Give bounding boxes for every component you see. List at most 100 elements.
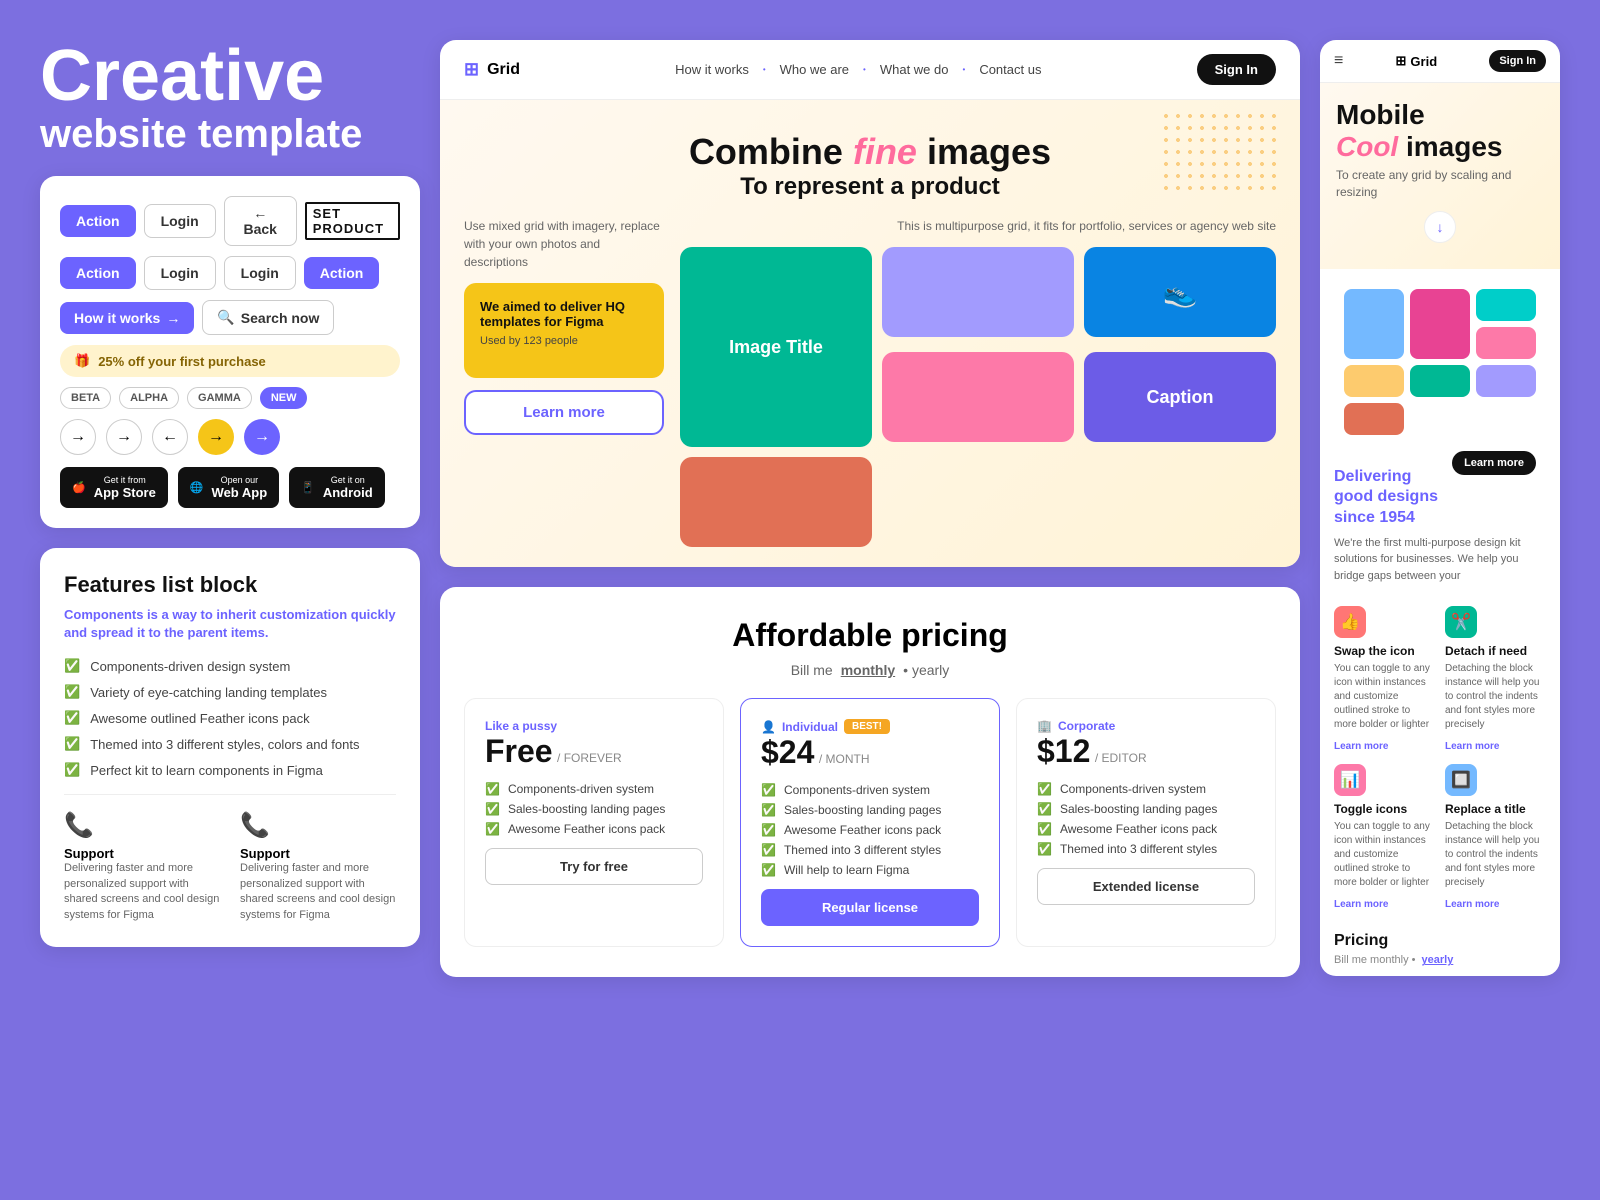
appstore-btn[interactable]: 🍎 Get it from App Store (60, 467, 168, 508)
feature-link-1[interactable]: Learn more (1334, 741, 1388, 752)
corporate-icon: 🏢 (1037, 719, 1052, 733)
support-row: 📞 Support Delivering faster and more per… (64, 794, 396, 923)
price-feature-item: ✅Awesome Feather icons pack (485, 822, 703, 836)
mobile-signin-btn[interactable]: Sign In (1489, 50, 1546, 72)
learn-more-btn[interactable]: Learn more (464, 390, 664, 435)
hero-right: This is multipurpose grid, it fits for p… (680, 217, 1276, 547)
action-btn-1[interactable]: Action (60, 205, 136, 237)
webapp-btn[interactable]: 🌐 Open our Web App (178, 467, 279, 508)
btn-row-1: Action Login ← Back SET PRODUCT (60, 196, 400, 246)
action-btn-2[interactable]: Action (60, 257, 136, 289)
pricing-section: Affordable pricing Bill me monthly • yea… (440, 587, 1300, 977)
ui-demo-card: Action Login ← Back SET PRODUCT Action L… (40, 176, 420, 528)
toggle-icon: 📊 (1334, 764, 1366, 796)
store-row: 🍎 Get it from App Store 🌐 Open our Web A… (60, 467, 400, 508)
mobile-logo: ⊞ Grid (1396, 53, 1438, 69)
arrow-btn-purple[interactable]: → (244, 419, 280, 455)
hero-right-text: This is multipurpose grid, it fits for p… (680, 217, 1276, 235)
best-badge: BEST! (844, 719, 890, 734)
support-item-1: 📞 Support Delivering faster and more per… (64, 811, 220, 923)
pricing-yearly-link[interactable]: yearly (1422, 954, 1454, 966)
mobile-hero-subtitle: Cool images (1336, 131, 1544, 163)
check-icon-5: ✅ (64, 762, 80, 778)
pricing-title: Affordable pricing (464, 617, 1276, 654)
login-btn-1[interactable]: Login (144, 204, 216, 238)
price-cta-free[interactable]: Try for free (485, 848, 703, 885)
features-title: Features list block (64, 572, 396, 598)
pricing-toggle-mini: Bill me monthly • yearly (1334, 954, 1546, 966)
hero-subheadline: To represent a product (464, 173, 1276, 201)
hero-line1: Creative (40, 40, 420, 112)
arrow-right-icon: → (166, 310, 180, 326)
price-card-free: Like a pussy Free / FOREVER ✅Components-… (464, 698, 724, 947)
login-btn-2[interactable]: Login (144, 256, 216, 290)
nav-dot-2: • (863, 65, 866, 74)
arrow-btn-3[interactable]: ← (152, 419, 188, 455)
login-btn-3[interactable]: Login (224, 256, 296, 290)
support-item-2: 📞 Support Delivering faster and more per… (240, 811, 396, 923)
billing-monthly[interactable]: monthly (841, 662, 895, 678)
arrow-btn-1[interactable]: → (60, 419, 96, 455)
price-features-free: ✅Components-driven system ✅Sales-boostin… (485, 782, 703, 836)
mobile-hero-title: Mobile (1336, 99, 1544, 131)
mobile-grid-icon: ⊞ (1396, 53, 1407, 69)
nav-signin-btn[interactable]: Sign In (1197, 54, 1276, 85)
detach-icon: ✂️ (1445, 606, 1477, 638)
price-feature-item: ✅Themed into 3 different styles (761, 843, 979, 857)
check-icon-1: ✅ (64, 658, 80, 674)
back-btn[interactable]: ← Back (224, 196, 297, 246)
mobile-color-grid (1332, 277, 1548, 447)
yellow-card: We aimed to deliver HQ templates for Fig… (464, 283, 664, 378)
feature-link-4[interactable]: Learn more (1445, 899, 1499, 910)
price-feature-item: ✅Components-driven system (1037, 782, 1255, 796)
nav-logo: ⊞ Grid (464, 59, 520, 80)
check-icon-3: ✅ (64, 710, 80, 726)
feature-item-3: ✅ Awesome outlined Feather icons pack (64, 710, 396, 726)
search-now-btn[interactable]: 🔍 Search now (202, 300, 334, 335)
arrow-btn-2[interactable]: → (106, 419, 142, 455)
badge-gamma: GAMMA (187, 387, 252, 409)
hero-headline: Combine fine images (464, 130, 1276, 173)
price-tier-individual: 👤 Individual BEST! (761, 719, 979, 734)
user-icon: 👤 (761, 720, 776, 734)
color-block-yellow (1344, 365, 1404, 397)
nav-contact[interactable]: Contact us (969, 58, 1051, 81)
btn-row-3: How it works → 🔍 Search now (60, 300, 400, 335)
grid-icon: ⊞ (464, 59, 479, 80)
price-feature-item: ✅Components-driven system (485, 782, 703, 796)
price-cta-individual[interactable]: Regular license (761, 889, 979, 926)
badge-row: BETA ALPHA GAMMA NEW (60, 387, 400, 409)
price-amount-individual: $24 / MONTH (761, 734, 979, 771)
apple-icon: 🍎 (72, 481, 86, 494)
arrow-row: → → ← → → (60, 419, 400, 455)
feature-mini-card-3: 📊 Toggle icons You can toggle to any ico… (1334, 764, 1435, 912)
price-feature-item: ✅Sales-boosting landing pages (761, 803, 979, 817)
price-card-individual: 👤 Individual BEST! $24 / MONTH ✅Componen… (740, 698, 1000, 947)
nav-how-it-works[interactable]: How it works (665, 58, 759, 81)
mobile-scroll-btn[interactable]: ↓ (1424, 211, 1456, 243)
how-it-works-btn[interactable]: How it works → (60, 302, 194, 334)
image-grid: Image Title 👟 Caption (680, 247, 1276, 547)
color-block-coral (1476, 327, 1536, 359)
image-cell-purple (882, 247, 1074, 337)
arrow-btn-yellow[interactable]: → (198, 419, 234, 455)
hero-text: Creative website template (40, 40, 420, 156)
color-block-right-pink (1410, 289, 1470, 359)
price-cta-corporate[interactable]: Extended license (1037, 868, 1255, 905)
brand-label: SET PRODUCT (305, 202, 400, 240)
learn-more-pill[interactable]: Learn more (1452, 451, 1536, 475)
nav-who-we-are[interactable]: Who we are (770, 58, 859, 81)
mobile-mockup: ≡ ⊞ Grid Sign In Mobile Cool images To c… (1320, 40, 1560, 976)
mockup-hero: Combine fine images To represent a produ… (440, 100, 1300, 567)
android-btn[interactable]: 📱 Get it on Android (289, 467, 385, 508)
feature-link-2[interactable]: Learn more (1445, 741, 1499, 752)
android-icon: 📱 (301, 481, 315, 494)
feature-item-5: ✅ Perfect kit to learn components in Fig… (64, 762, 396, 778)
mobile-info: Delivering good designs since 1954 We're… (1320, 455, 1560, 597)
mobile-info-title: Delivering good designs since 1954 (1334, 467, 1546, 529)
nav-what-we-do[interactable]: What we do (870, 58, 959, 81)
hamburger-icon[interactable]: ≡ (1334, 52, 1343, 70)
action-btn-3[interactable]: Action (304, 257, 380, 289)
feature-mini-card-2: ✂️ Detach if need Detaching the block in… (1445, 606, 1546, 754)
feature-link-3[interactable]: Learn more (1334, 899, 1388, 910)
